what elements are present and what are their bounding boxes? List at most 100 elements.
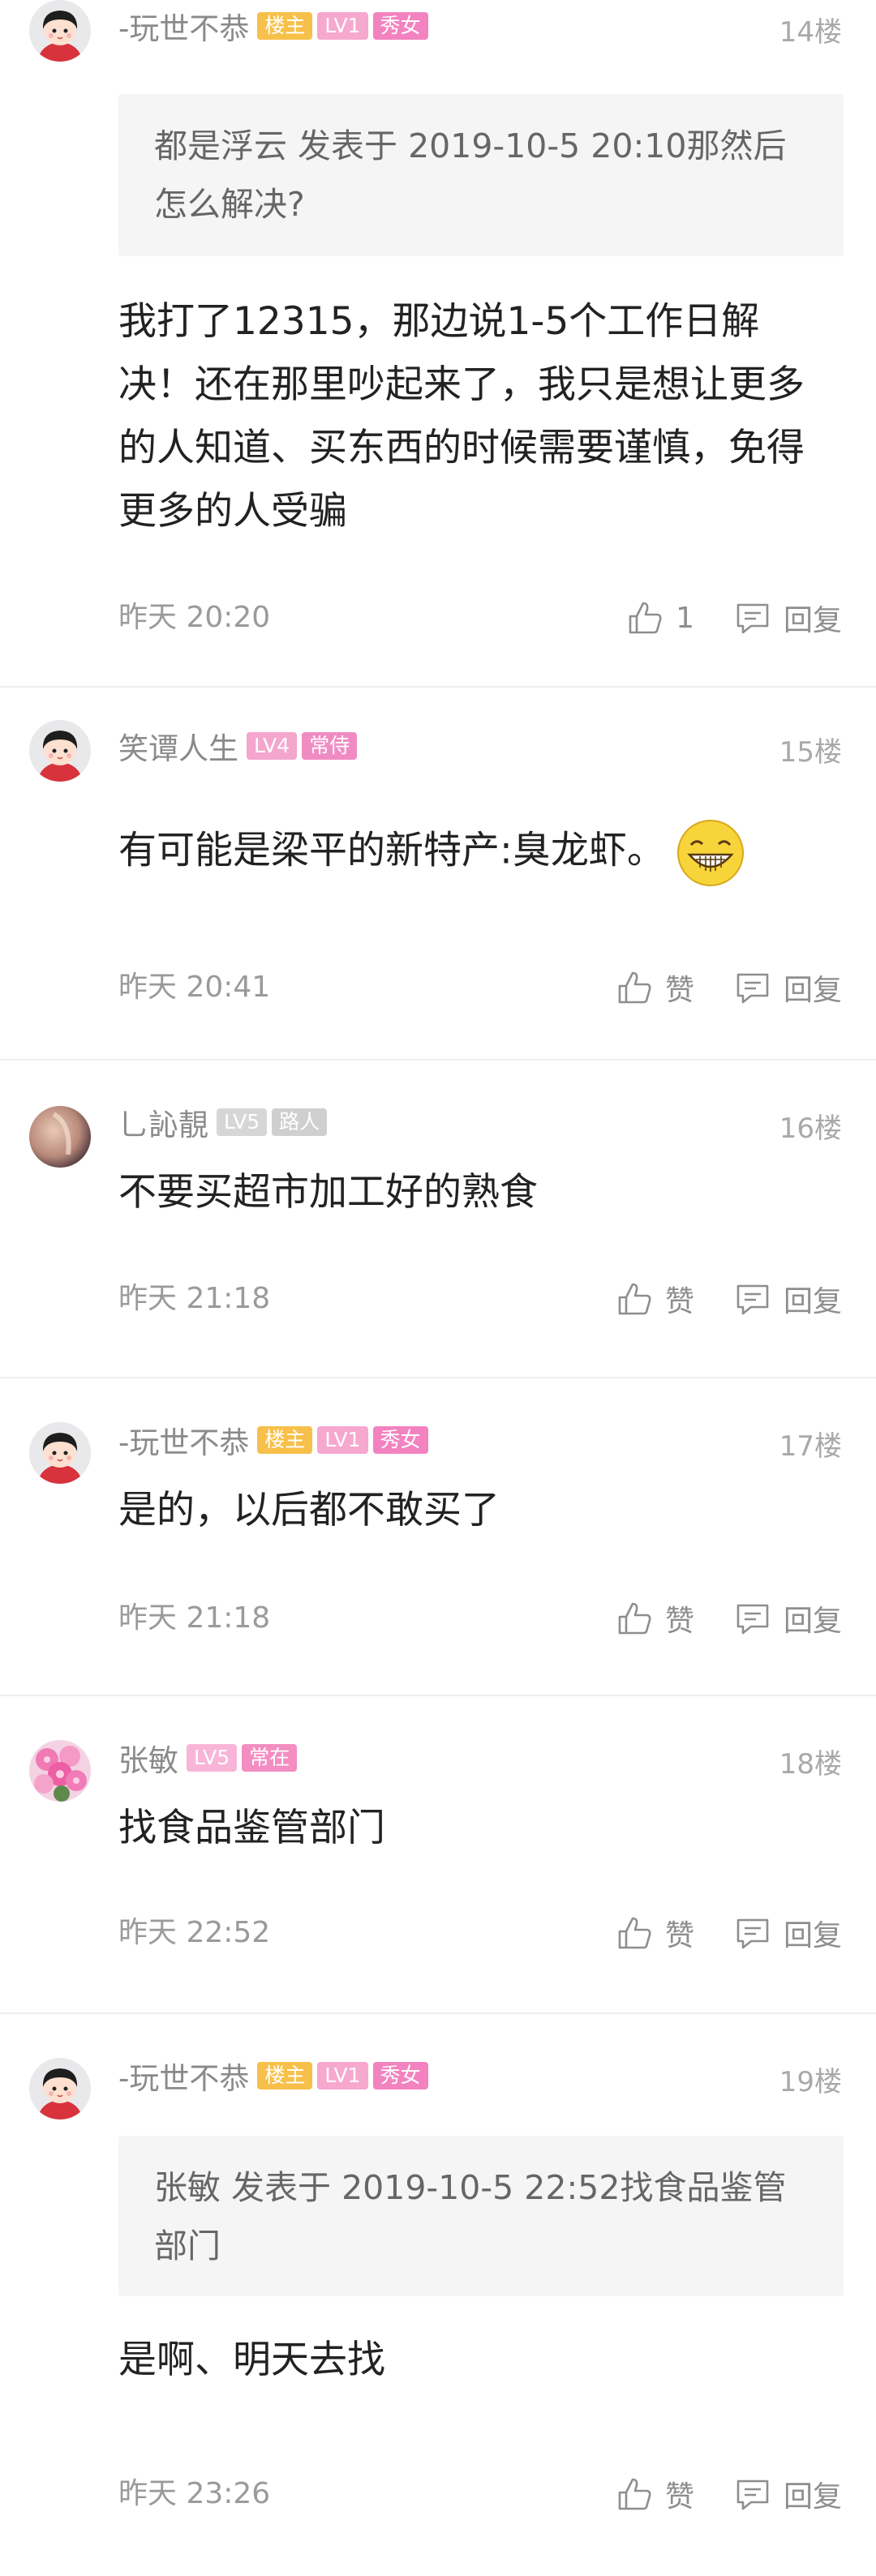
comment-icon bbox=[736, 1284, 769, 1315]
post-14: -玩世不恭 楼主 LV1 秀女 14楼 都是浮云 发表于 2019-10-5 2… bbox=[0, 0, 876, 688]
username[interactable]: -玩世不恭 bbox=[118, 1418, 249, 1462]
username[interactable]: -玩世不恭 bbox=[118, 2054, 249, 2098]
badge-thread-owner: 楼主 bbox=[257, 2062, 313, 2090]
like-label: 赞 bbox=[664, 1285, 694, 1318]
like-button[interactable]: 赞 bbox=[615, 1278, 694, 1320]
reply-button[interactable]: 回复 bbox=[733, 1597, 842, 1639]
thumbs-up-icon bbox=[618, 2478, 651, 2510]
reply-label: 回复 bbox=[783, 1605, 842, 1638]
quoted-reply[interactable]: 张敏 发表于 2019-10-5 22:52找食品鉴管部门 bbox=[118, 2136, 844, 2296]
post-content: 有可能是梁平的新特产:臭龙虾。 bbox=[118, 817, 832, 889]
quoted-reply[interactable]: 都是浮云 发表于 2019-10-5 20:10那然后怎么解决? bbox=[118, 94, 844, 256]
floor-number: 16楼 bbox=[779, 1112, 842, 1145]
badge-title: 秀女 bbox=[372, 12, 428, 40]
floor-number: 18楼 bbox=[779, 1748, 842, 1781]
floor-number: 17楼 bbox=[779, 1430, 842, 1463]
thumbs-up-icon bbox=[618, 1602, 651, 1635]
reply-button[interactable]: 回复 bbox=[733, 1912, 842, 1954]
badge-title: 秀女 bbox=[372, 2062, 428, 2090]
post-time: 昨天 22:52 bbox=[118, 1916, 271, 1949]
reply-button[interactable]: 回复 bbox=[733, 2473, 842, 2515]
grin-emoji-icon bbox=[676, 820, 744, 886]
avatar[interactable] bbox=[29, 1422, 91, 1484]
thumbs-up-icon bbox=[618, 971, 651, 1004]
avatar[interactable] bbox=[29, 720, 91, 782]
badge-title: 常侍 bbox=[302, 732, 358, 760]
post-footer: 昨天 21:18 赞 回复 bbox=[118, 1594, 842, 1643]
avatar[interactable] bbox=[29, 1740, 91, 1802]
badge-level: LV5 bbox=[187, 1744, 238, 1772]
thumbs-up-icon bbox=[629, 602, 662, 634]
username[interactable]: -玩世不恭 bbox=[118, 4, 249, 48]
reply-button[interactable]: 回复 bbox=[733, 967, 842, 1009]
post-time: 昨天 21:18 bbox=[118, 1601, 271, 1635]
thumbs-up-icon bbox=[618, 1283, 651, 1315]
like-button[interactable]: 赞 bbox=[615, 967, 694, 1009]
comment-icon bbox=[736, 973, 769, 1004]
post-header: 乚訫靚 LV5 路人 bbox=[118, 1106, 332, 1142]
floor-number: 15楼 bbox=[779, 736, 842, 769]
floor-number: 14楼 bbox=[779, 16, 842, 49]
photo-avatar-icon bbox=[29, 1106, 91, 1168]
reply-label: 回复 bbox=[783, 1919, 842, 1952]
like-button[interactable]: 赞 bbox=[615, 1597, 694, 1639]
post-text: 有可能是梁平的新特产:臭龙虾。 bbox=[118, 828, 665, 873]
username[interactable]: 乚訫靚 bbox=[118, 1100, 208, 1144]
avatar[interactable] bbox=[29, 0, 91, 62]
reply-label: 回复 bbox=[783, 2480, 842, 2514]
badge-level: LV1 bbox=[317, 12, 368, 40]
reply-label: 回复 bbox=[783, 1285, 842, 1318]
comment-icon bbox=[736, 1918, 769, 1949]
like-count: 1 bbox=[676, 601, 694, 635]
like-button[interactable]: 1 bbox=[625, 598, 694, 637]
comment-icon bbox=[736, 603, 769, 634]
username[interactable]: 张敏 bbox=[118, 1736, 178, 1780]
like-label: 赞 bbox=[664, 1919, 694, 1952]
badge-thread-owner: 楼主 bbox=[257, 1426, 313, 1454]
post-content: 是啊、明天去找 bbox=[118, 2338, 385, 2382]
post-19: -玩世不恭 楼主 LV1 秀女 19楼 张敏 发表于 2019-10-5 22:… bbox=[0, 2014, 876, 2576]
post-footer: 昨天 20:20 1 回复 bbox=[118, 594, 842, 642]
post-content: 找食品鉴管部门 bbox=[118, 1806, 385, 1850]
floor-number: 19楼 bbox=[779, 2066, 842, 2098]
badge-thread-owner: 楼主 bbox=[257, 12, 313, 40]
comment-icon bbox=[736, 2480, 769, 2510]
badge-level: LV5 bbox=[217, 1108, 268, 1136]
post-footer: 昨天 22:52 赞 回复 bbox=[118, 1909, 842, 1957]
post-header: -玩世不恭 楼主 LV1 秀女 bbox=[118, 10, 433, 46]
thumbs-up-icon bbox=[618, 1917, 651, 1949]
cartoon-girl-avatar-icon bbox=[29, 0, 91, 62]
post-content: 是的，以后都不敢买了 bbox=[118, 1488, 500, 1532]
avatar[interactable] bbox=[29, 1106, 91, 1168]
badge-level: LV4 bbox=[247, 732, 298, 760]
badge-title: 秀女 bbox=[372, 1426, 428, 1454]
reply-button[interactable]: 回复 bbox=[733, 1278, 842, 1320]
post-18: 张敏 LV5 常在 18楼 找食品鉴管部门 昨天 22:52 赞 回复 bbox=[0, 1696, 876, 2014]
badge-level: LV1 bbox=[317, 1426, 368, 1454]
badge-title: 路人 bbox=[272, 1108, 328, 1136]
cartoon-girl-avatar-icon bbox=[29, 720, 91, 782]
like-button[interactable]: 赞 bbox=[615, 1912, 694, 1954]
post-header: -玩世不恭 楼主 LV1 秀女 bbox=[118, 1424, 433, 1460]
post-header: 张敏 LV5 常在 bbox=[118, 1742, 302, 1778]
username[interactable]: 笑谭人生 bbox=[118, 724, 238, 768]
post-17: -玩世不恭 楼主 LV1 秀女 17楼 是的，以后都不敢买了 昨天 21:18 … bbox=[0, 1378, 876, 1696]
post-header: 笑谭人生 LV4 常侍 bbox=[118, 730, 362, 766]
post-time: 昨天 21:18 bbox=[118, 1282, 271, 1315]
post-16: 乚訫靚 LV5 路人 16楼 不要买超市加工好的熟食 昨天 21:18 赞 回复 bbox=[0, 1061, 876, 1378]
post-time: 昨天 20:20 bbox=[118, 601, 271, 634]
badge-level: LV1 bbox=[317, 2062, 368, 2090]
like-label: 赞 bbox=[664, 2480, 694, 2514]
post-header: -玩世不恭 楼主 LV1 秀女 bbox=[118, 2060, 433, 2096]
post-footer: 昨天 23:26 赞 回复 bbox=[118, 2470, 842, 2518]
post-footer: 昨天 21:18 赞 回复 bbox=[118, 1275, 842, 1323]
like-button[interactable]: 赞 bbox=[615, 2473, 694, 2515]
cartoon-girl-avatar-icon bbox=[29, 2058, 91, 2120]
reply-button[interactable]: 回复 bbox=[733, 597, 842, 639]
avatar[interactable] bbox=[29, 2058, 91, 2120]
post-content: 不要买超市加工好的熟食 bbox=[118, 1170, 538, 1215]
post-time: 昨天 23:26 bbox=[118, 2477, 271, 2510]
post-15: 笑谭人生 LV4 常侍 15楼 有可能是梁平的新特产:臭龙虾。 昨天 20:41… bbox=[0, 688, 876, 1061]
badge-title: 常在 bbox=[242, 1744, 298, 1772]
post-time: 昨天 20:41 bbox=[118, 971, 271, 1004]
